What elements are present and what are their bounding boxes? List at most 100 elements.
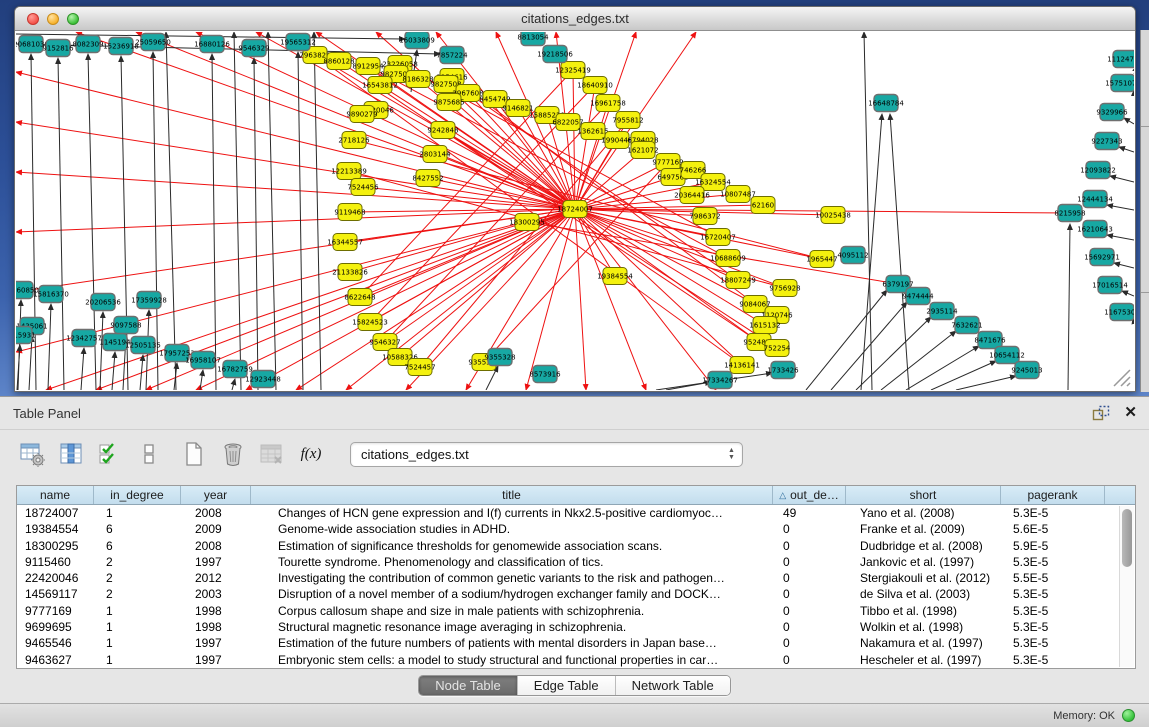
table-cell[interactable]: 6 <box>94 538 181 554</box>
table-row[interactable]: 1872400712008Changes of HCN gene express… <box>17 505 1135 521</box>
graph-node[interactable]: 9227343 <box>1091 133 1122 150</box>
graph-node[interactable]: 17359928 <box>131 292 167 309</box>
table-cell[interactable]: 2012 <box>181 570 251 586</box>
graph-node[interactable]: 16648784 <box>868 95 904 112</box>
table-cell[interactable]: Dudbridge et al. (2008) <box>846 538 1001 554</box>
graph-node[interactable]: 8573916 <box>529 366 561 383</box>
column-header-title[interactable]: title <box>251 486 773 504</box>
graph-node[interactable]: 8622648 <box>344 289 375 306</box>
table-cell[interactable]: 49 <box>773 505 846 521</box>
graph-node[interactable]: 9152816 <box>42 40 74 57</box>
table-cell[interactable]: 14569117 <box>17 586 94 602</box>
select-columns-button[interactable] <box>96 440 124 468</box>
graph-node[interactable]: 14136141 <box>724 357 760 374</box>
graph-node[interactable]: 7632621 <box>951 317 982 334</box>
table-row[interactable]: 1938455462009Genome-wide association stu… <box>17 521 1135 537</box>
graph-node[interactable]: 8813054 <box>517 32 549 46</box>
graph-node[interactable]: 7857224 <box>436 47 468 64</box>
table-cell[interactable]: 5.6E-5 <box>1001 521 1105 537</box>
graph-node[interactable]: 7955812 <box>612 112 643 129</box>
graph-node[interactable]: 2803144 <box>419 146 451 163</box>
graph-node[interactable]: 16880126 <box>194 36 230 53</box>
graph-node[interactable]: 10807487 <box>720 186 756 203</box>
table-cell[interactable]: 2008 <box>181 505 251 521</box>
graph-node[interactable]: 16958107 <box>185 352 221 369</box>
graph-node[interactable]: 8427552 <box>412 170 443 187</box>
graph-node[interactable]: 9546329 <box>238 40 269 57</box>
table-cell[interactable]: Disruption of a novel member of a sodium… <box>251 586 773 602</box>
graph-node[interactable]: 2718126 <box>338 132 370 149</box>
graph-node[interactable]: 12213389 <box>331 163 367 180</box>
table-row[interactable]: 977716911998Corpus callosum shape and si… <box>17 603 1135 619</box>
column-header-pagerank[interactable]: pagerank <box>1001 486 1105 504</box>
graph-node[interactable]: 1965447 <box>806 251 837 268</box>
table-settings-button[interactable] <box>18 440 46 468</box>
table-cell[interactable]: Estimation of significance thresholds fo… <box>251 538 773 554</box>
graph-node[interactable]: 7524457 <box>404 359 435 376</box>
table-cell[interactable]: 0 <box>773 521 846 537</box>
column-header-short[interactable]: short <box>846 486 1001 504</box>
table-cell[interactable]: 1 <box>94 505 181 521</box>
table-scrollbar-thumb[interactable] <box>1122 509 1132 567</box>
graph-node[interactable]: 21133826 <box>332 264 368 281</box>
table-cell[interactable]: 1997 <box>181 554 251 570</box>
graph-node[interactable]: 9245013 <box>1011 362 1042 379</box>
table-cell[interactable]: Nakamura et al. (1997) <box>846 635 1001 651</box>
graph-node[interactable]: 16210643 <box>1077 221 1113 238</box>
network-view-canvas[interactable]: 1872400779638228860128891295423226058982… <box>16 32 1134 390</box>
table-cell[interactable]: 1997 <box>181 652 251 668</box>
table-cell[interactable]: Tibbo et al. (1998) <box>846 603 1001 619</box>
table-cell[interactable]: 5.3E-5 <box>1001 586 1105 602</box>
graph-node[interactable]: 15751074 <box>1105 75 1134 92</box>
graph-node[interactable]: 15824523 <box>352 314 388 331</box>
graph-node[interactable]: 16344557 <box>327 234 363 251</box>
graph-node[interactable]: 9119468 <box>334 204 365 221</box>
graph-node[interactable]: 9890279 <box>346 106 377 123</box>
graph-node[interactable]: 8082309 <box>72 36 103 53</box>
table-cell[interactable]: 5.3E-5 <box>1001 635 1105 651</box>
graph-node[interactable]: 16720407 <box>700 229 736 246</box>
window-titlebar[interactable]: citations_edges.txt <box>15 7 1135 31</box>
table-cell[interactable]: 1 <box>94 635 181 651</box>
graph-node[interactable]: 12923448 <box>245 371 281 388</box>
graph-node[interactable]: 2935114 <box>926 303 958 320</box>
table-cell[interactable]: 0 <box>773 635 846 651</box>
table-cell[interactable]: 0 <box>773 570 846 586</box>
toggle-column-button[interactable] <box>135 440 163 468</box>
table-cell[interactable]: Investigating the contribution of common… <box>251 570 773 586</box>
table-cell[interactable]: 9699695 <box>17 619 94 635</box>
table-scrollbar[interactable] <box>1119 506 1134 667</box>
graph-node[interactable]: 1621072 <box>627 142 658 159</box>
column-header-name[interactable]: name <box>17 486 94 504</box>
graph-node[interactable]: 9329966 <box>1096 104 1128 121</box>
table-cell[interactable]: Tourette syndrome. Phenomenology and cla… <box>251 554 773 570</box>
table-cell[interactable]: 5.3E-5 <box>1001 554 1105 570</box>
table-cell[interactable]: 5.3E-5 <box>1001 505 1105 521</box>
table-cell[interactable]: 5.5E-5 <box>1001 570 1105 586</box>
table-cell[interactable]: 2 <box>94 554 181 570</box>
table-cell[interactable]: 6 <box>94 521 181 537</box>
tab-edge-table[interactable]: Edge Table <box>518 676 616 695</box>
table-cell[interactable]: 19384554 <box>17 521 94 537</box>
table-cell[interactable]: 5.9E-5 <box>1001 538 1105 554</box>
graph-node[interactable]: 11124734 <box>1107 51 1134 68</box>
network-graph[interactable]: 1872400779638228860128891295423226058982… <box>16 32 1134 390</box>
table-cell[interactable]: 1998 <box>181 603 251 619</box>
table-cell[interactable]: 0 <box>773 619 846 635</box>
table-cell[interactable]: 1 <box>94 652 181 668</box>
table-cell[interactable]: Embryonic stem cells: a model to study s… <box>251 652 773 668</box>
graph-node[interactable]: 15692971 <box>1084 249 1120 266</box>
table-cell[interactable]: 2009 <box>181 521 251 537</box>
float-panel-icon[interactable] <box>1092 405 1110 422</box>
table-cell[interactable]: Estimation of the future numbers of pati… <box>251 635 773 651</box>
table-cell[interactable]: 0 <box>773 652 846 668</box>
table-cell[interactable]: 1 <box>94 603 181 619</box>
delete-rows-button[interactable] <box>219 440 247 468</box>
graph-node[interactable]: 7986372 <box>689 208 720 225</box>
table-cell[interactable]: Structural magnetic resonance image aver… <box>251 619 773 635</box>
table-cell[interactable]: 2 <box>94 570 181 586</box>
table-cell[interactable]: Genome-wide association studies in ADHD. <box>251 521 773 537</box>
table-cell[interactable]: Corpus callosum shape and size in male p… <box>251 603 773 619</box>
table-row[interactable]: 1456911722003Disruption of a novel membe… <box>17 586 1135 602</box>
window-resize-grip[interactable] <box>1108 364 1132 388</box>
